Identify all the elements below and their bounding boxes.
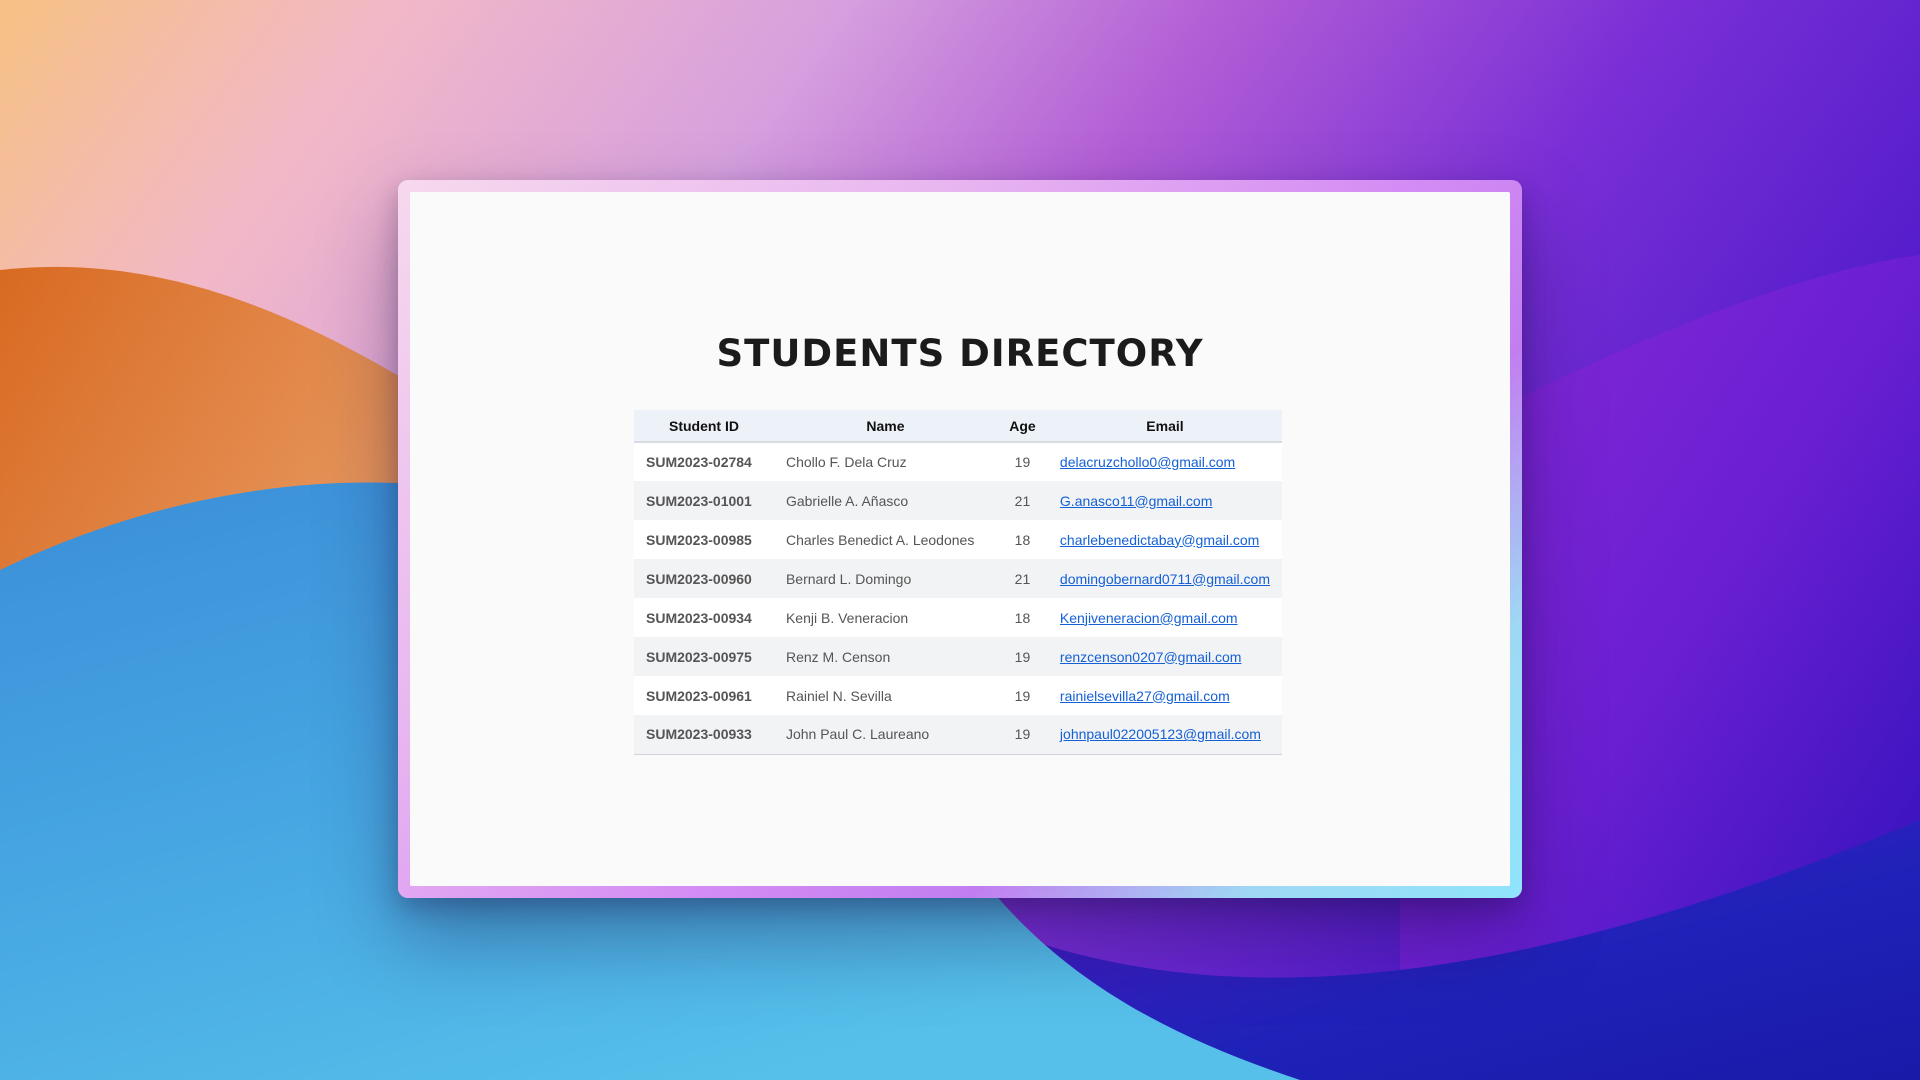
student-age-cell: 21: [1014, 570, 1031, 587]
email-link[interactable]: delacruzchollo0@gmail.com: [1060, 454, 1235, 470]
student-name-cell: Renz M. Censon: [785, 648, 891, 665]
student-id-cell: SUM2023-00960: [646, 570, 752, 587]
column-header-student-id: Student ID: [668, 417, 739, 434]
table-row: SUM2023-00934 Kenji B. Veneracion 18 Ken…: [634, 598, 1282, 637]
student-name-cell: Bernard L. Domingo: [785, 570, 912, 587]
student-age-cell: 18: [1014, 531, 1031, 548]
student-email-cell: delacruzchollo0@gmail.com: [1048, 442, 1282, 481]
email-link[interactable]: charlebenedictabay@gmail.com: [1060, 532, 1259, 548]
column-header-age: Age: [1009, 417, 1036, 434]
email-link[interactable]: G.anasco11@gmail.com: [1060, 493, 1212, 509]
student-id-cell: SUM2023-00934: [646, 609, 752, 626]
directory-page: STUDENTS DIRECTORY Student ID Name Age E…: [410, 192, 1510, 886]
table-row: SUM2023-00975 Renz M. Censon 19 renzcens…: [634, 637, 1282, 676]
student-age-cell: 19: [1014, 726, 1031, 743]
email-link[interactable]: renzcenson0207@gmail.com: [1060, 649, 1242, 665]
column-header-name: Name: [866, 417, 905, 434]
student-id-cell: SUM2023-00961: [646, 687, 752, 704]
student-email-cell: charlebenedictabay@gmail.com: [1048, 520, 1282, 559]
student-age-cell: 19: [1014, 687, 1031, 704]
student-id-cell: SUM2023-02784: [646, 454, 752, 470]
student-name-cell: Gabrielle A. Añasco: [785, 492, 909, 509]
student-age-cell: 21: [1014, 492, 1031, 509]
student-email-cell: Kenjiveneracion@gmail.com: [1048, 598, 1282, 637]
column-header-email: Email: [1146, 417, 1184, 434]
student-email-cell: johnpaul022005123@gmail.com: [1048, 715, 1282, 754]
student-email-cell: renzcenson0207@gmail.com: [1048, 637, 1282, 676]
student-name-cell: John Paul C. Laureano: [785, 726, 930, 743]
student-age-cell: 18: [1014, 609, 1031, 626]
student-age-cell: 19: [1014, 454, 1031, 470]
students-table: Student ID Name Age Email SUM2023-02784 …: [634, 410, 1282, 755]
table-row: SUM2023-00960 Bernard L. Domingo 21 domi…: [634, 559, 1282, 598]
student-name-cell: Charles Benedict A. Leodones: [785, 531, 975, 548]
student-id-cell: SUM2023-00985: [646, 531, 752, 548]
student-email-cell: G.anasco11@gmail.com: [1048, 481, 1282, 520]
student-name-cell: Rainiel N. Sevilla: [785, 687, 892, 704]
table-row: SUM2023-00961 Rainiel N. Sevilla 19 rain…: [634, 676, 1282, 715]
student-age-cell: 19: [1014, 648, 1031, 665]
email-link[interactable]: domingobernard0711@gmail.com: [1060, 571, 1270, 587]
email-link[interactable]: johnpaul022005123@gmail.com: [1060, 726, 1261, 742]
table-row: SUM2023-01001 Gabrielle A. Añasco 21 G.a…: [634, 481, 1282, 520]
table-header-row: Student ID Name Age Email: [634, 410, 1282, 442]
table-row: SUM2023-02784 Chollo F. Dela Cruz 19 del…: [634, 442, 1282, 481]
student-email-cell: domingobernard0711@gmail.com: [1048, 559, 1282, 598]
directory-window: STUDENTS DIRECTORY Student ID Name Age E…: [398, 180, 1522, 898]
email-link[interactable]: rainielsevilla27@gmail.com: [1060, 688, 1230, 704]
student-id-cell: SUM2023-00975: [646, 648, 752, 665]
table-row: SUM2023-00985 Charles Benedict A. Leodon…: [634, 520, 1282, 559]
student-email-cell: rainielsevilla27@gmail.com: [1048, 676, 1282, 715]
student-name-cell: Kenji B. Veneracion: [785, 609, 909, 626]
page-title: STUDENTS DIRECTORY: [716, 332, 1204, 375]
student-id-cell: SUM2023-01001: [646, 492, 752, 509]
student-id-cell: SUM2023-00933: [646, 726, 752, 743]
table-row: SUM2023-00933 John Paul C. Laureano 19 j…: [634, 715, 1282, 754]
student-name-cell: Chollo F. Dela Cruz: [785, 454, 907, 470]
email-link[interactable]: Kenjiveneracion@gmail.com: [1060, 610, 1238, 626]
